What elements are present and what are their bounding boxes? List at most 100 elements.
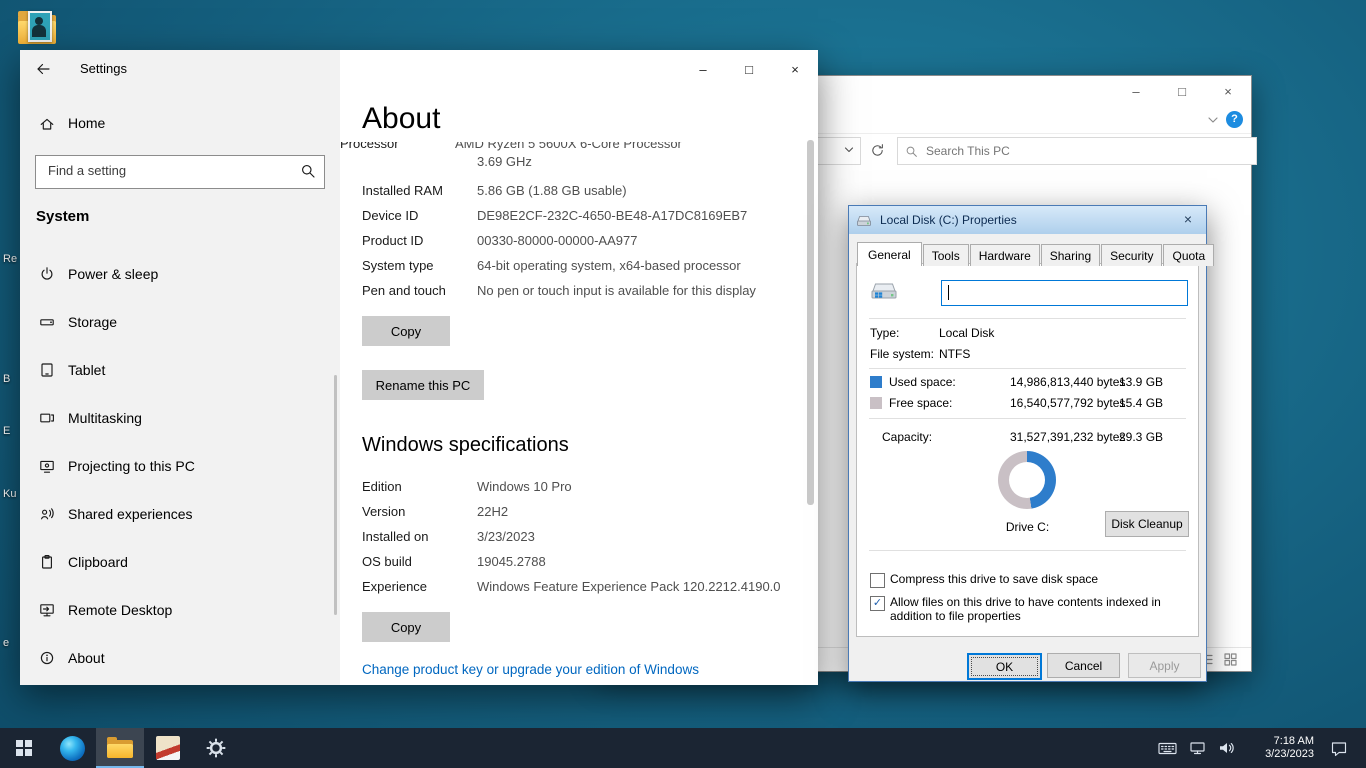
apply-button[interactable]: Apply xyxy=(1128,653,1201,678)
windows-specifications-title: Windows specifications xyxy=(362,434,569,457)
sidebar-item-remote-desktop[interactable]: Remote Desktop xyxy=(20,589,340,633)
used-legend-square xyxy=(870,376,882,388)
search-icon xyxy=(905,145,918,158)
ok-button[interactable]: OK xyxy=(967,653,1042,680)
remote-desktop-icon xyxy=(39,602,55,618)
file-explorer-icon xyxy=(107,738,133,758)
compress-checkbox[interactable] xyxy=(870,573,885,588)
tab-hardware[interactable]: Hardware xyxy=(970,244,1040,266)
tab-quota[interactable]: Quota xyxy=(1163,244,1214,266)
disk-cleanup-button[interactable]: Disk Cleanup xyxy=(1105,511,1189,537)
settings-close-button[interactable]: × xyxy=(772,50,818,88)
window-title: Settings xyxy=(80,61,127,76)
home-icon xyxy=(39,116,55,132)
power-icon xyxy=(39,266,55,282)
settings-titlebar[interactable]: Settings – □ × xyxy=(20,50,818,88)
sidebar-item-label: Home xyxy=(68,115,105,131)
tab-security[interactable]: Security xyxy=(1101,244,1162,266)
taskbar-app-button[interactable] xyxy=(144,728,192,768)
desktop-icon-label[interactable]: Ku xyxy=(3,488,16,500)
sidebar-item-shared-experiences[interactable]: Shared experiences xyxy=(20,493,340,537)
sidebar-item-multitasking[interactable]: Multitasking xyxy=(20,397,340,441)
taskbar-clock[interactable]: 7:18 AM 3/23/2023 xyxy=(1248,735,1314,761)
network-tray-icon[interactable] xyxy=(1182,728,1212,768)
start-button[interactable] xyxy=(0,728,48,768)
index-checkbox[interactable]: ✓ xyxy=(870,596,885,611)
find-a-setting-box[interactable] xyxy=(35,155,325,189)
taskbar-settings-button[interactable] xyxy=(192,728,240,768)
change-product-key-link[interactable]: Change product key or upgrade your editi… xyxy=(362,662,699,677)
free-legend-square xyxy=(870,397,882,409)
explorer-minimize-button[interactable]: – xyxy=(1113,76,1159,106)
disk-drive-icon xyxy=(869,278,899,302)
sidebar-scrollbar[interactable] xyxy=(334,375,337,615)
general-tab-panel: Type: Local Disk File system: NTFS Used … xyxy=(856,263,1199,637)
tablet-icon xyxy=(39,362,55,378)
device-spec-row: Device IDDE98E2CF-232C-4650-BE48-A17DC81… xyxy=(362,207,806,225)
settings-minimize-button[interactable]: – xyxy=(680,50,726,88)
explorer-close-button[interactable]: × xyxy=(1205,76,1251,106)
processor-speed-value: 3.69 GHz xyxy=(477,154,532,169)
cropped-processor-row: ProcessorAMD Ryzen 5 5600X 6-Core Proces… xyxy=(340,142,798,154)
desktop-icon-label[interactable]: B xyxy=(3,373,10,385)
taskbar-file-explorer-button[interactable] xyxy=(96,728,144,768)
explorer-search-box[interactable] xyxy=(897,137,1257,165)
user-photo-thumbnail xyxy=(28,11,52,42)
dialog-title: Local Disk (C:) Properties xyxy=(880,213,1017,227)
sidebar-item-power-sleep[interactable]: Power & sleep xyxy=(20,253,340,297)
sidebar-item-storage[interactable]: Storage xyxy=(20,301,340,345)
info-icon xyxy=(39,650,55,666)
spec-row: OS build19045.2788 xyxy=(362,553,806,571)
cancel-button[interactable]: Cancel xyxy=(1047,653,1120,678)
address-dropdown-chevron-icon[interactable] xyxy=(842,143,856,157)
large-icons-view-icon[interactable] xyxy=(1222,651,1239,668)
sidebar-item-tablet[interactable]: Tablet xyxy=(20,349,340,393)
sidebar-item-about[interactable]: About xyxy=(20,637,340,681)
sidebar-item-home[interactable]: Home xyxy=(20,105,340,145)
copy-button[interactable]: Copy xyxy=(362,316,450,346)
explorer-search-input[interactable] xyxy=(924,143,1249,159)
tab-sharing[interactable]: Sharing xyxy=(1041,244,1100,266)
explorer-maximize-button[interactable]: □ xyxy=(1159,76,1205,106)
refresh-button[interactable] xyxy=(864,137,890,163)
storage-drive-icon xyxy=(39,314,55,330)
settings-maximize-button[interactable]: □ xyxy=(726,50,772,88)
device-spec-row: System type64-bit operating system, x64-… xyxy=(362,257,806,275)
windows-logo-icon xyxy=(16,740,32,756)
free-space-row: Free space: 16,540,577,792 bytes 15.4 GB xyxy=(857,396,1198,411)
dialog-titlebar[interactable]: Local Disk (C:) Properties × xyxy=(849,206,1206,234)
touch-keyboard-tray-icon[interactable] xyxy=(1152,728,1182,768)
tab-tools[interactable]: Tools xyxy=(923,244,969,266)
sidebar-section-title: System xyxy=(36,208,89,225)
volume-label-input[interactable] xyxy=(946,283,1182,299)
desktop-icon-label[interactable]: Re xyxy=(3,253,17,265)
volume-label-input-box[interactable] xyxy=(941,280,1188,306)
spec-row: EditionWindows 10 Pro xyxy=(362,478,806,496)
help-icon[interactable]: ? xyxy=(1226,111,1243,128)
sidebar-item-projecting[interactable]: Projecting to this PC xyxy=(20,445,340,489)
volume-tray-icon[interactable] xyxy=(1212,728,1242,768)
disk-properties-dialog: Local Disk (C:) Properties × General Too… xyxy=(848,205,1207,682)
type-row: Type: Local Disk xyxy=(857,326,1198,341)
rename-pc-button[interactable]: Rename this PC xyxy=(362,370,484,400)
back-arrow-icon[interactable] xyxy=(34,60,52,78)
find-a-setting-input[interactable] xyxy=(46,162,290,179)
copy-button[interactable]: Copy xyxy=(362,612,450,642)
settings-window: Home System Power & sleep Storage Tablet xyxy=(20,50,818,685)
tab-general[interactable]: General xyxy=(857,242,922,266)
device-spec-row: Product ID00330-80000-00000-AA977 xyxy=(362,232,806,250)
sidebar-item-clipboard[interactable]: Clipboard xyxy=(20,541,340,585)
file-system-row: File system: NTFS xyxy=(857,347,1198,362)
taskbar-edge-button[interactable] xyxy=(48,728,96,768)
edge-icon xyxy=(60,736,85,761)
expand-ribbon-chevron-icon[interactable] xyxy=(1205,112,1221,128)
content-scrollbar[interactable] xyxy=(807,140,814,505)
clock-date: 3/23/2023 xyxy=(1248,748,1314,761)
dialog-tabs: General Tools Hardware Sharing Security … xyxy=(857,242,1215,266)
desktop-icon-label[interactable]: e xyxy=(3,637,9,649)
dialog-close-button[interactable]: × xyxy=(1175,210,1201,230)
device-spec-row: Installed RAM5.86 GB (1.88 GB usable) xyxy=(362,182,806,200)
desktop-icon-label[interactable]: E xyxy=(3,425,10,437)
desktop-folder-icon[interactable] xyxy=(16,8,62,54)
action-center-button[interactable] xyxy=(1322,728,1356,768)
